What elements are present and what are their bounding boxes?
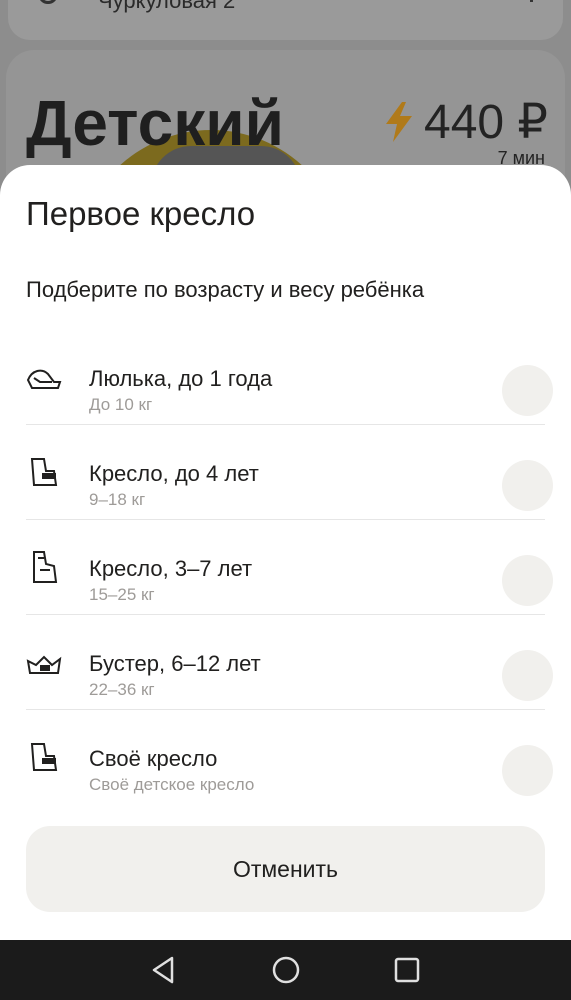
child-seat-highback-icon [33, 551, 58, 583]
option-subtitle: 9–18 кг [89, 490, 146, 509]
infant-carrier-icon [26, 369, 62, 389]
own-seat-icon [30, 743, 58, 771]
option-radio[interactable] [502, 555, 553, 606]
option-subtitle: 15–25 кг [89, 585, 155, 604]
child-seat-sheet: Первое кресло Подберите по возрасту и ве… [0, 165, 571, 940]
option-radio[interactable] [502, 365, 553, 416]
route-card: Чуркуловая 2 [8, 0, 563, 40]
option-radio[interactable] [502, 745, 553, 796]
add-stop-icon [530, 0, 533, 2]
option-radio[interactable] [502, 460, 553, 511]
option-subtitle: Своё детское кресло [89, 775, 255, 794]
seat-option-booster[interactable]: Бустер, 6–12 лет 22–36 кг [0, 615, 571, 710]
child-seat-icon [30, 458, 58, 486]
sheet-title: Первое кресло [26, 195, 256, 232]
back-icon[interactable] [148, 954, 180, 986]
option-title: Своё кресло [89, 746, 218, 771]
home-icon[interactable] [270, 954, 302, 986]
option-subtitle: До 10 кг [89, 395, 153, 414]
tariff-price: 440 ₽ [424, 96, 548, 149]
seat-option-own-seat[interactable]: Своё кресло Своё детское кресло [0, 710, 571, 805]
seat-option-seat-3-7[interactable]: Кресло, 3–7 лет 15–25 кг [0, 520, 571, 615]
route-address: Чуркуловая 2 [98, 0, 236, 13]
cancel-button[interactable]: Отменить [26, 826, 545, 912]
option-subtitle: 22–36 кг [89, 680, 155, 699]
origin-point-icon [38, 0, 58, 4]
tariff-name: Детский [26, 87, 284, 159]
option-title: Бустер, 6–12 лет [89, 651, 261, 676]
system-nav-bar [0, 940, 571, 1000]
seat-options-list: Люлька, до 1 года До 10 кг Кресло, до 4 … [0, 330, 571, 805]
recent-apps-icon[interactable] [391, 954, 423, 986]
surge-bolt-icon [386, 102, 412, 142]
option-radio[interactable] [502, 650, 553, 701]
seat-option-seat-to-4[interactable]: Кресло, до 4 лет 9–18 кг [0, 425, 571, 520]
option-title: Кресло, 3–7 лет [89, 556, 253, 581]
sheet-subtitle: Подберите по возрасту и весу ребёнка [26, 277, 425, 302]
seat-option-infant-carrier[interactable]: Люлька, до 1 года До 10 кг [0, 330, 571, 425]
option-title: Люлька, до 1 года [89, 366, 273, 391]
option-title: Кресло, до 4 лет [89, 461, 259, 486]
booster-icon [26, 655, 62, 674]
